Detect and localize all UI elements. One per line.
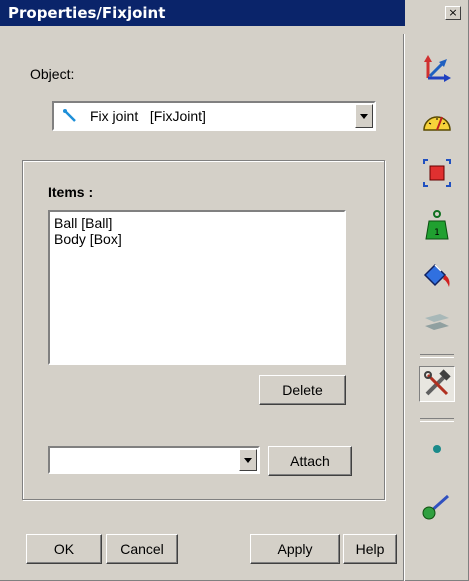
close-button[interactable]: ×	[445, 6, 461, 20]
cancel-button[interactable]: Cancel	[106, 534, 178, 564]
layers-icon	[420, 306, 454, 340]
side-toolbar: 1	[406, 34, 466, 581]
mass-icon[interactable]: 1	[420, 208, 454, 242]
object-select-value: Fix joint [FixJoint]	[90, 108, 206, 124]
attach-button[interactable]: Attach	[268, 446, 352, 476]
items-label: Items :	[48, 184, 94, 200]
object-label: Object:	[30, 66, 75, 82]
list-item[interactable]: Ball [Ball]	[54, 215, 340, 231]
apply-button[interactable]: Apply	[250, 534, 340, 564]
title-bar: Properties/Fixjoint	[0, 0, 405, 26]
chevron-down-icon[interactable]	[239, 449, 257, 471]
gauge-icon[interactable]	[420, 104, 454, 138]
axes-icon[interactable]	[420, 52, 454, 86]
delete-button[interactable]: Delete	[259, 375, 346, 405]
help-button[interactable]: Help	[343, 534, 397, 564]
paint-bucket-icon[interactable]	[420, 258, 454, 292]
window-title: Properties/Fixjoint	[8, 4, 166, 22]
ok-button[interactable]: OK	[26, 534, 102, 564]
link-icon[interactable]	[420, 488, 454, 522]
svg-text:1: 1	[434, 228, 440, 238]
items-listbox[interactable]: Ball [Ball] Body [Box]	[48, 210, 346, 365]
properties-window: Properties/Fixjoint × Object: Fix joint …	[0, 0, 469, 581]
fixjoint-icon	[62, 108, 78, 127]
point-icon[interactable]	[420, 432, 454, 466]
attach-select[interactable]	[48, 446, 260, 474]
toolbar-divider	[403, 34, 405, 581]
chevron-down-icon[interactable]	[355, 104, 373, 128]
list-item[interactable]: Body [Box]	[54, 231, 340, 247]
bounding-box-icon[interactable]	[420, 156, 454, 190]
toolbar-separator	[420, 418, 454, 422]
object-select[interactable]: Fix joint [FixJoint]	[52, 101, 376, 131]
toolbar-separator	[420, 354, 454, 358]
tools-icon[interactable]	[419, 366, 455, 402]
